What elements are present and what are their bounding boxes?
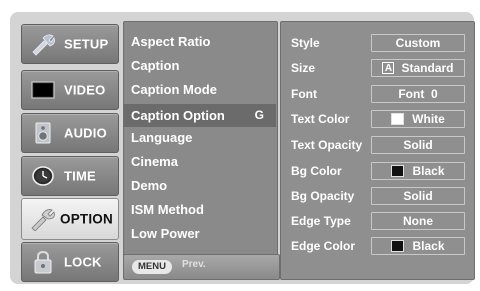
menu-item-caption-mode[interactable]: Caption Mode (131, 79, 217, 101)
menu-item-aspect-ratio[interactable]: Aspect Ratio (131, 31, 210, 53)
menu-item-language[interactable]: Language (131, 127, 192, 149)
option-label-text-color: Text Color (291, 112, 350, 126)
menu-item-caption-option-label: Caption Option (131, 108, 225, 123)
option-value-text-opacity-text: Solid (403, 138, 433, 152)
menu-item-caption-option-key: G (254, 108, 264, 122)
option-value-text-opacity[interactable]: Solid (371, 136, 465, 154)
option-label-style: Style (291, 36, 320, 50)
option-label-font: Font (291, 87, 317, 101)
nav-label-setup: SETUP (64, 36, 109, 52)
option-value-edge-color[interactable]: Black (371, 237, 465, 255)
option-value-bg-color[interactable]: Black (371, 162, 465, 180)
option-value-bg-color-text: Black (412, 164, 445, 178)
menu-item-ism-method[interactable]: ISM Method (131, 199, 204, 221)
nav-lock[interactable]: LOCK (21, 242, 119, 282)
nav-label-lock: LOCK (64, 254, 102, 270)
time-icon (30, 164, 56, 188)
nav-time[interactable]: TIME (21, 156, 119, 196)
nav-label-time: TIME (64, 168, 96, 184)
option-label-size: Size (291, 61, 316, 75)
nav-label-video: VIDEO (64, 82, 106, 98)
menu-item-caption-option[interactable]: Caption Option G (124, 104, 276, 127)
white-swatch-icon (391, 113, 405, 125)
menu-item-demo[interactable]: Demo (131, 175, 167, 197)
nav-option[interactable]: OPTION (21, 198, 119, 240)
nav-audio[interactable]: AUDIO (21, 113, 119, 153)
menu-item-caption[interactable]: Caption (131, 55, 179, 77)
option-label-text-opacity: Text Opacity (291, 138, 363, 152)
option-value-style-text: Custom (395, 36, 441, 50)
prev-label: Prev. (182, 259, 206, 270)
setup-icon (30, 32, 56, 56)
menu-button[interactable]: MENU (132, 260, 172, 274)
nav-label-option: OPTION (60, 211, 113, 227)
menu-item-low-power[interactable]: Low Power (131, 223, 200, 245)
option-label-edge-type: Edge Type (291, 214, 351, 228)
nav-setup[interactable]: SETUP (21, 24, 119, 64)
option-value-text-color[interactable]: White (371, 110, 465, 128)
option-icon (30, 207, 56, 231)
audio-icon (30, 121, 56, 145)
option-value-edge-color-text: Black (412, 239, 445, 253)
lock-icon (30, 250, 56, 274)
size-a-icon: A (382, 62, 395, 74)
option-value-size[interactable]: A Standard (371, 59, 465, 77)
option-value-bg-opacity[interactable]: Solid (371, 187, 465, 205)
option-value-size-text: Standard (401, 61, 454, 75)
option-value-edge-type-text: None (403, 214, 433, 228)
option-value-font[interactable]: Font 0 (371, 85, 465, 103)
option-value-edge-type[interactable]: None (371, 212, 465, 230)
menu-item-cinema[interactable]: Cinema (131, 151, 178, 173)
option-value-font-text: Font 0 (398, 87, 438, 101)
nav-label-audio: AUDIO (64, 125, 107, 141)
video-icon (30, 78, 56, 102)
option-value-style[interactable]: Custom (371, 34, 465, 52)
menu-footer: MENU Prev. (123, 254, 280, 280)
option-label-bg-color: Bg Color (291, 164, 342, 178)
nav-video[interactable]: VIDEO (21, 70, 119, 110)
option-label-edge-color: Edge Color (291, 239, 356, 253)
black-swatch-icon (391, 165, 405, 177)
option-value-bg-opacity-text: Solid (403, 189, 433, 203)
black-swatch-icon (391, 240, 405, 252)
option-value-text-color-text: White (412, 112, 445, 126)
option-label-bg-opacity: Bg Opacity (291, 189, 355, 203)
